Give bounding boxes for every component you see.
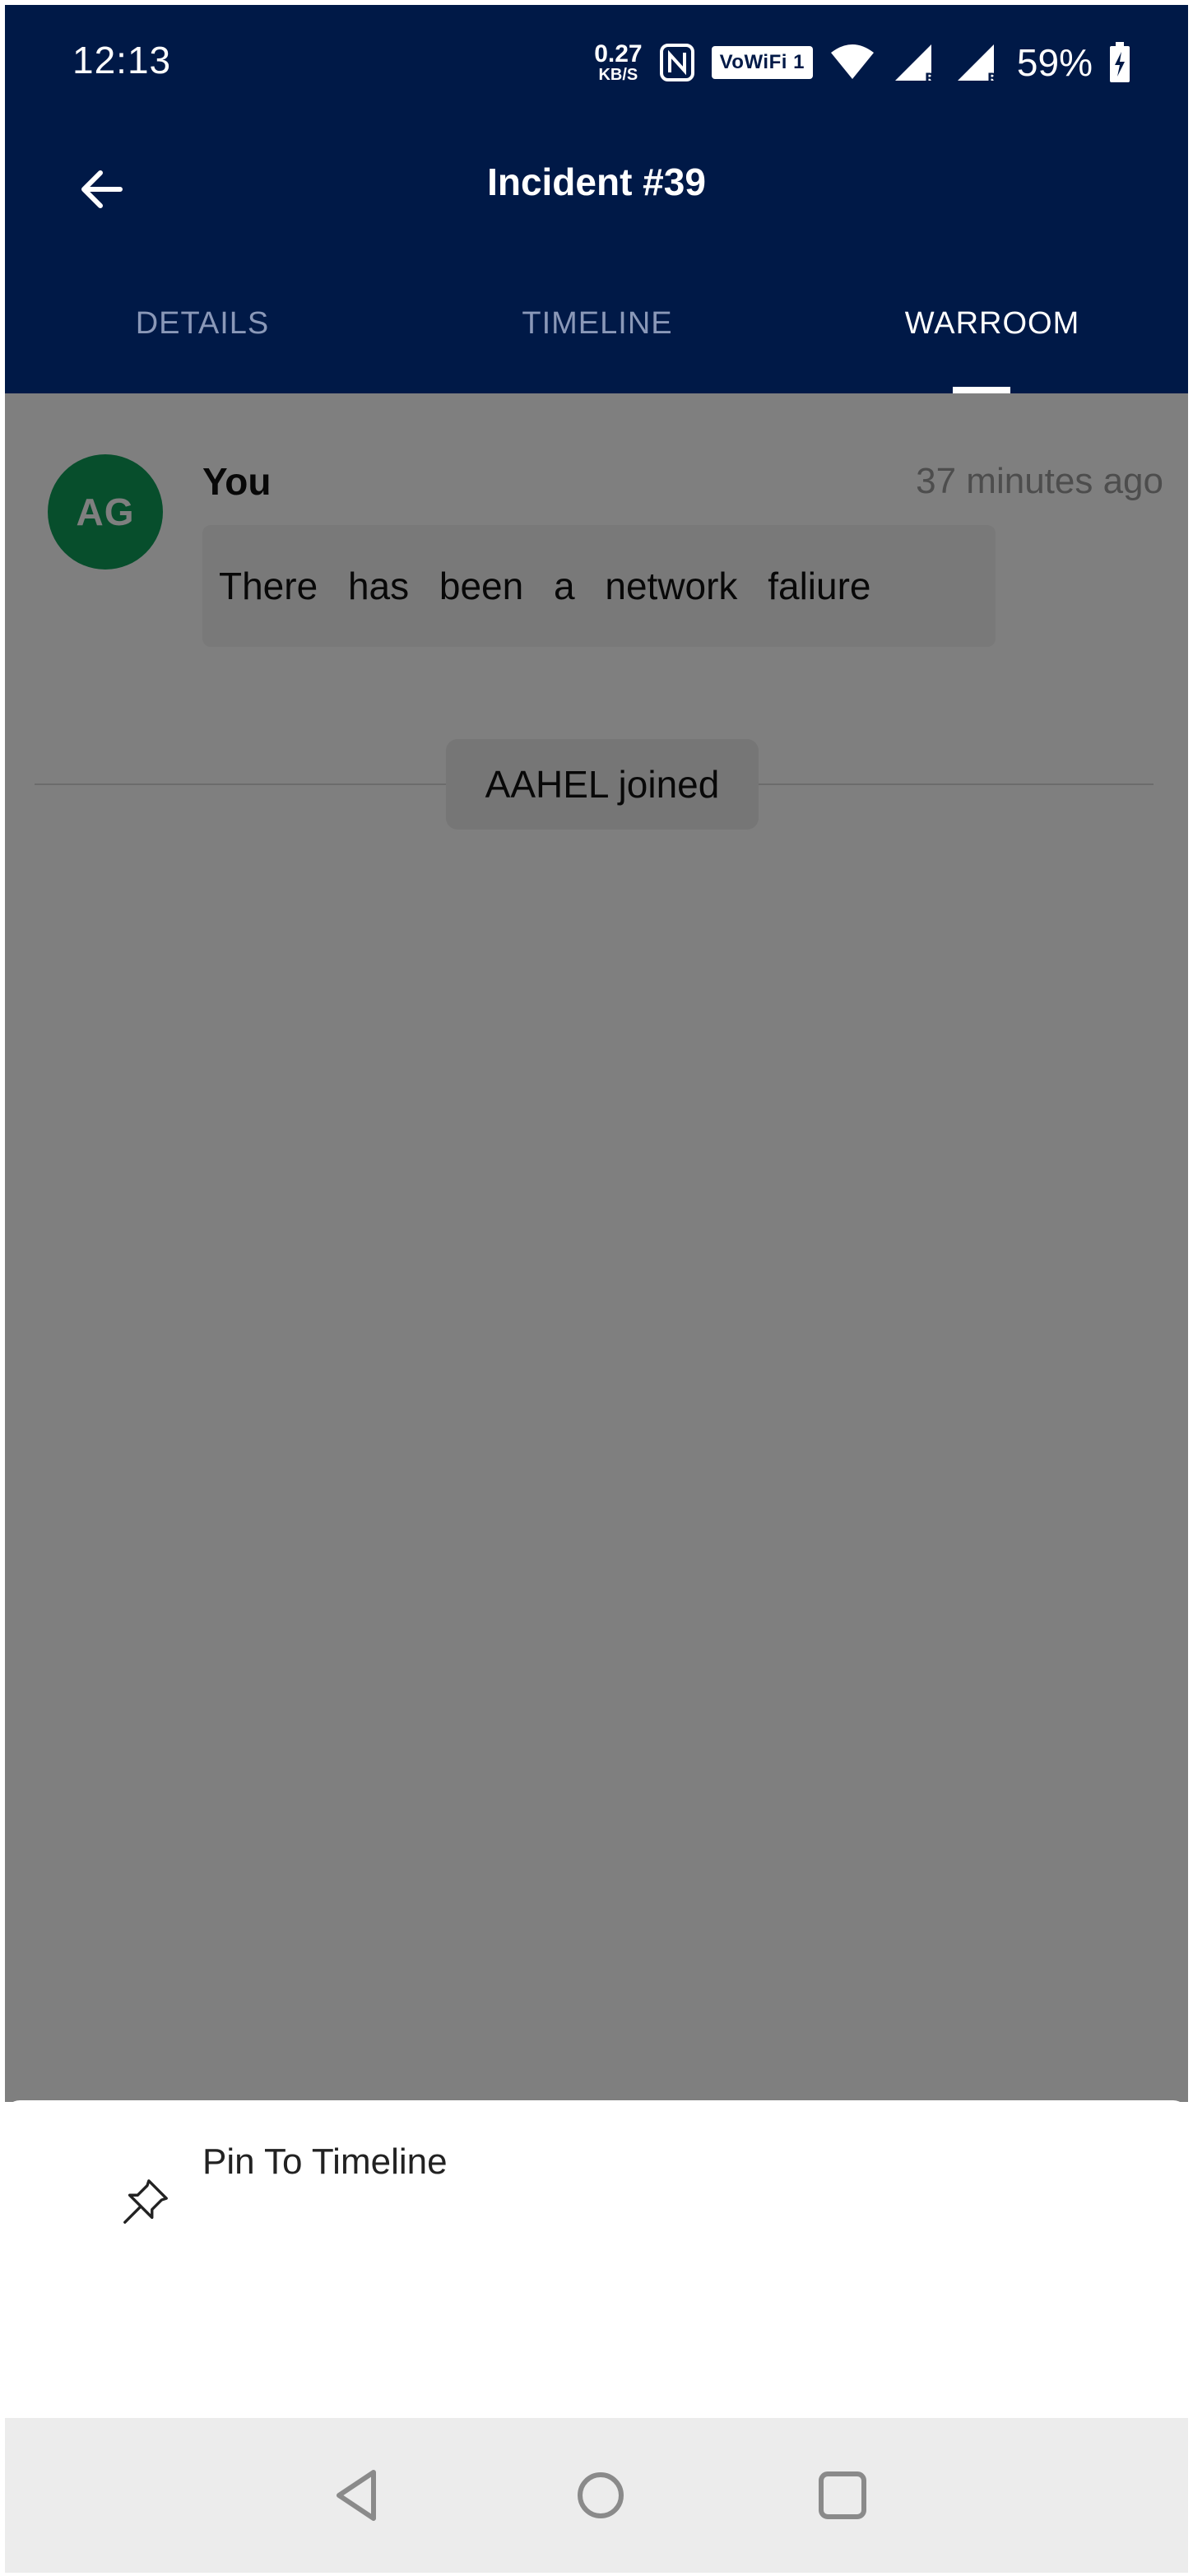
app-screen: 12:13 0.27 KB/S VoWiFi 1 R R 59% Inciden…: [5, 5, 1188, 2573]
back-triangle-icon[interactable]: [326, 2464, 388, 2527]
header: 12:13 0.27 KB/S VoWiFi 1 R R 59% Inciden…: [5, 5, 1188, 393]
status-bar: 12:13 0.27 KB/S VoWiFi 1 R R 59%: [5, 5, 1188, 112]
system-nav-bar: [5, 2418, 1188, 2573]
signal-icon: R: [894, 44, 935, 84]
modal-scrim[interactable]: [5, 393, 1188, 2102]
app-bar: Incident #39: [5, 128, 1188, 235]
wifi-icon: [830, 44, 874, 79]
tab-warroom[interactable]: WARROOM: [828, 306, 1157, 342]
signal-icon: R: [957, 44, 997, 84]
pin-icon: [123, 2179, 168, 2224]
svg-text:R: R: [987, 70, 997, 84]
battery-charging-icon: [1110, 42, 1130, 82]
pin-to-timeline-option[interactable]: Pin To Timeline: [104, 2133, 515, 2248]
page-title: Incident #39: [487, 160, 706, 203]
net-speed-unit: KB/S: [598, 66, 638, 84]
bottom-sheet: Pin To Timeline: [5, 2100, 1188, 2420]
pin-to-timeline-label: Pin To Timeline: [202, 2141, 448, 2182]
vowifi-badge: VoWiFi 1: [711, 46, 813, 79]
tab-bar: DETAILS TIMELINE WARROOM: [5, 285, 1188, 393]
home-circle-icon[interactable]: [569, 2464, 632, 2527]
battery-percent: 59%: [1016, 41, 1093, 84]
svg-text:R: R: [925, 70, 935, 84]
net-speed-value: 0.27: [594, 40, 643, 67]
status-time: 12:13: [72, 39, 172, 81]
active-tab-indicator: [953, 387, 1010, 393]
recents-square-icon[interactable]: [811, 2464, 874, 2527]
net-speed: 0.27 KB/S: [594, 40, 643, 84]
tab-details[interactable]: DETAILS: [38, 306, 367, 342]
tab-timeline[interactable]: TIMELINE: [433, 306, 762, 342]
status-icons: 0.27 KB/S VoWiFi 1 R R 59%: [594, 33, 1130, 92]
nfc-icon: [659, 44, 694, 81]
